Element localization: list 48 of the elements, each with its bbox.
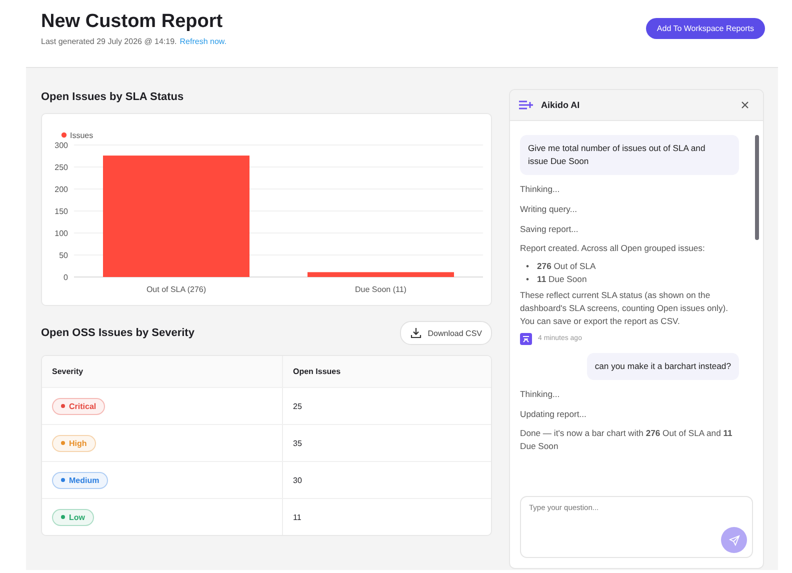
x-axis-label: Out of SLA (276) [146,285,206,294]
y-axis-tick: 100 [54,229,68,238]
bullet-item: 11 Due Soon [537,273,587,286]
y-axis-tick: 0 [64,273,68,282]
sparkle-lines-icon [519,100,533,110]
user-message: Give me total number of issues out of SLA and issue Due Soon [520,135,739,175]
chat-title: Aikido AI [541,100,581,110]
table-cell-text: 35 [292,438,303,450]
y-axis-tick: 250 [54,163,68,172]
status-text: Writing query... [520,202,578,216]
severity-label: High [69,438,87,448]
status-text: Thinking... [520,388,561,401]
refresh-link[interactable]: Refresh now. [180,37,226,46]
assistant-message: Done — it's now a bar chart with 276 Out of SLA and 11 Due Soon [520,427,734,454]
close-button[interactable] [739,99,751,111]
status-text: Thinking... [520,182,561,196]
legend-label: Issues [70,131,94,140]
table-cell-text: 11 [292,512,302,524]
table-cell-text: 30 [292,474,303,486]
status-text: Updating report... [520,408,588,420]
severity-label: Critical [69,402,96,410]
y-axis-tick: 200 [54,185,68,194]
column-header: Severity [42,356,283,387]
bullet-marker: • [526,273,530,286]
user-message: can you make it a barchart instead? [586,352,739,380]
paper-plane-icon [728,534,740,546]
page-title: New Custom Report [41,11,224,33]
x-axis-label: Due Soon (11) [355,285,406,294]
y-axis-tick: 300 [54,141,68,150]
download-icon [410,327,422,339]
bullet-marker: • [526,260,530,274]
severity-label: Medium [69,476,100,484]
add-to-workspace-button[interactable]: Add To Workspace Reports [646,18,765,39]
scrollbar[interactable] [755,135,759,240]
download-csv-button[interactable]: Download CSV [400,321,492,345]
y-axis-tick: 150 [54,207,68,216]
bullet-item: 276 Out of SLA [537,260,596,274]
section-title: Open Issues by SLA Status [41,91,185,103]
severity-label: Low [69,512,85,522]
last-generated-text: Last generated 29 July 2026 @ 14:19. [41,37,177,46]
assistant-message: Report created. Across all Open grouped issues: [520,242,706,256]
y-axis-tick: 50 [59,251,68,260]
section-title: Open OSS Issues by Severity [41,327,194,339]
table-cell-text: 25 [292,400,303,412]
assistant-message: These reflect current SLA status (as shown on the dashboard's SLA screens, counting Open issues only). You can save or export the report as CSV. [520,289,730,328]
status-text: Saving report... [520,222,580,236]
column-header: Open Issues [292,366,342,378]
assistant-avatar-icon [520,332,532,345]
